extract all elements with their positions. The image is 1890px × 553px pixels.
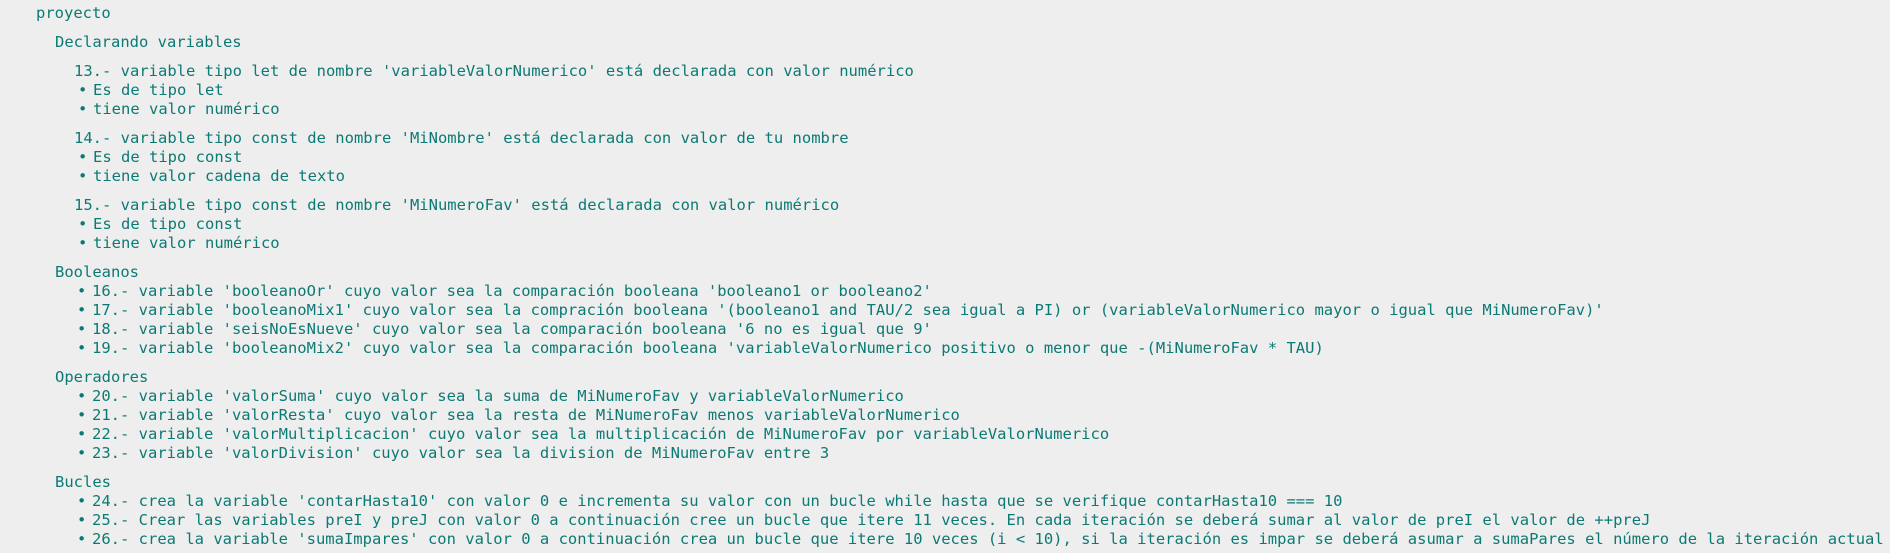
bullet-icon: • [77, 320, 87, 338]
bullet-icon: • [77, 339, 87, 357]
list-item: • 25.- Crear las variables preI y preJ co… [77, 511, 1651, 529]
test-heading: 15.- variable tipo const de nombre 'MiNu… [74, 196, 840, 214]
bullet-icon: • [77, 387, 87, 405]
bullet-list: • Es de tipo const • tiene valor numérico [78, 215, 1890, 253]
bullet-icon: • [78, 215, 88, 233]
bullet-list: • Es de tipo let • tiene valor numérico [78, 81, 1890, 119]
bullet-list: • 24.- crea la variable 'contarHasta10' c… [77, 492, 1890, 549]
section-title-booleanos: Booleanos [55, 263, 139, 281]
bullet-icon: • [78, 81, 88, 99]
bullet-icon: • [77, 530, 87, 548]
test-report: proyecto Declarando variables 13.- varia… [0, 0, 1890, 549]
bullet-list: • 16.- variable 'booleanoOr' cuyo valor s… [77, 282, 1890, 358]
section-declarando: Declarando variables 13.- variable tipo … [36, 33, 1890, 253]
bullet-icon: • [78, 167, 88, 185]
test-heading: 14.- variable tipo const de nombre 'MiNo… [74, 129, 849, 147]
section-operadores: Operadores • 20.- variable 'valorSuma' cu… [36, 368, 1890, 463]
bullet-icon: • [78, 148, 88, 166]
list-item: • 20.- variable 'valorSuma' cuyo valor se… [77, 387, 904, 405]
section-bucles: Bucles • 24.- crea la variable 'contarHas… [36, 473, 1890, 549]
list-item: • 24.- crea la variable 'contarHasta10' c… [77, 492, 1343, 510]
bullet-icon: • [78, 234, 88, 252]
list-item: • 16.- variable 'booleanoOr' cuyo valor s… [77, 282, 932, 300]
bullet-list: • Es de tipo const • tiene valor cadena de… [78, 148, 1890, 186]
bullet-icon: • [77, 282, 87, 300]
section-title-operadores: Operadores [55, 368, 149, 386]
test-15: 15.- variable tipo const de nombre 'MiNu… [74, 196, 1890, 253]
list-item: • 18.- variable 'seisNoEsNueve' cuyo valo… [77, 320, 932, 338]
bullet-icon: • [77, 492, 87, 510]
section-title-declarando: Declarando variables [55, 33, 242, 51]
list-item: • 21.- variable 'valorResta' cuyo valor s… [77, 406, 960, 424]
bullet-icon: • [78, 100, 88, 118]
bullet-icon: • [77, 406, 87, 424]
list-item: • 19.- variable 'booleanoMix2' cuyo valor… [77, 339, 1324, 357]
bullet-icon: • [77, 301, 87, 319]
test-14: 14.- variable tipo const de nombre 'MiNo… [74, 129, 1890, 186]
bullet-icon: • [77, 444, 87, 462]
list-item: • 26.- crea la variable 'sumaImpares' con… [77, 530, 1890, 548]
section-booleanos: Booleanos • 16.- variable 'booleanoOr' cu… [36, 263, 1890, 358]
list-item: • 23.- variable 'valorDivision' cuyo valo… [77, 444, 830, 462]
list-item: • Es de tipo let [78, 81, 224, 99]
test-13: 13.- variable tipo let de nombre 'variab… [74, 62, 1890, 119]
list-item: • tiene valor cadena de texto [78, 167, 345, 185]
list-item: • tiene valor numérico [78, 100, 280, 118]
test-heading: 13.- variable tipo let de nombre 'variab… [74, 62, 914, 80]
list-item: • tiene valor numérico [78, 234, 280, 252]
bullet-icon: • [77, 511, 87, 529]
list-item: • 22.- variable 'valorMultiplicacion' cuy… [77, 425, 1110, 443]
section-title-bucles: Bucles [55, 473, 111, 491]
project-title: proyecto [36, 4, 111, 22]
list-item: • Es de tipo const [78, 215, 243, 233]
list-item: • 17.- variable 'booleanoMix1' cuyo valor… [77, 301, 1604, 319]
bullet-icon: • [77, 425, 87, 443]
list-item: • Es de tipo const [78, 148, 243, 166]
bullet-list: • 20.- variable 'valorSuma' cuyo valor se… [77, 387, 1890, 463]
